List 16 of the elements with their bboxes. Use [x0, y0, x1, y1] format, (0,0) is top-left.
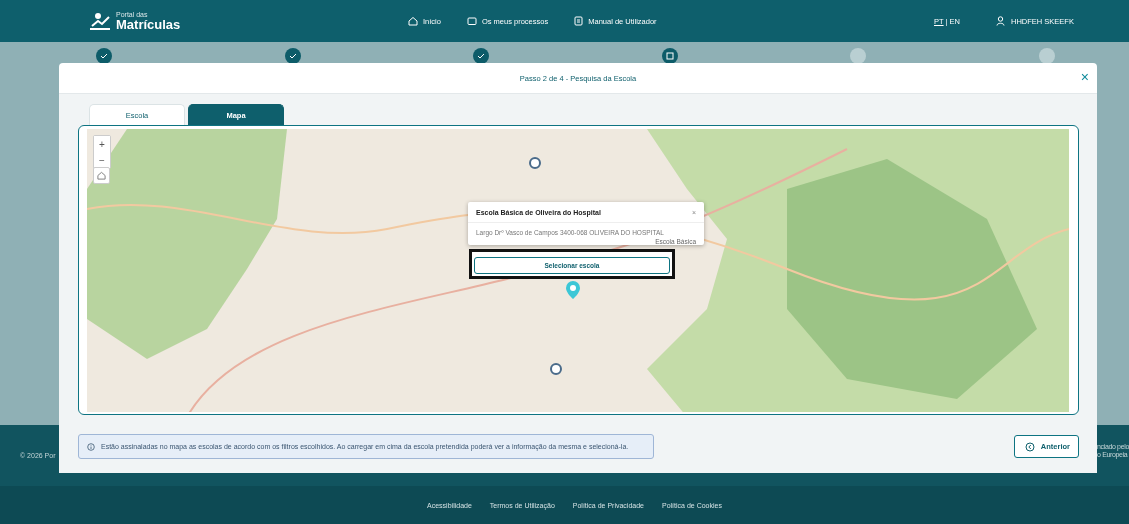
user-icon — [996, 16, 1005, 26]
map-pin-icon — [529, 157, 541, 169]
info-icon — [87, 442, 95, 451]
document-icon — [574, 16, 584, 26]
step-indicator — [850, 48, 867, 64]
close-button[interactable]: × — [1080, 69, 1089, 85]
back-icon — [1024, 441, 1035, 452]
home-icon — [97, 171, 106, 180]
map-pin-icon — [550, 363, 562, 375]
step-indicator — [1038, 48, 1055, 64]
logo-icon — [88, 11, 112, 31]
logo-title: Matrículas — [116, 18, 181, 31]
home-icon — [408, 16, 418, 26]
folder-icon — [466, 16, 477, 26]
home-button[interactable] — [93, 167, 110, 184]
map-pin-icon[interactable] — [566, 281, 580, 299]
